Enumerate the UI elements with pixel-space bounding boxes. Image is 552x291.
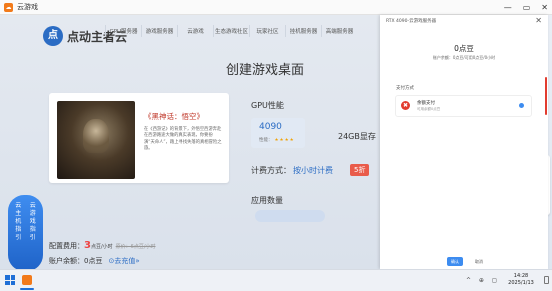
close-window-button[interactable]: ✕ [541,3,548,12]
cancel-button[interactable]: 取消 [471,257,487,266]
gpu-performance: 性能： ★★★★ [259,137,295,143]
game-cover-image [57,101,135,179]
nav-item-ecosystem[interactable]: 生态游戏社区 [213,25,249,37]
top-nav: GPU服务器 游戏服务器 云游戏 生态游戏社区 玩家社区 挂机服务器 高端服务器 [105,25,385,41]
star-rating-icon: ★★★★ [274,138,295,143]
gpu-model: 4090 [259,122,282,132]
config-original-price: 原价：6点豆/小时 [115,244,156,250]
page-title: 创建游戏桌面 [225,63,304,78]
game-title: 《黑神话：悟空》 [144,112,204,121]
config-price: 3 [84,240,91,251]
panel-close-button[interactable]: ✕ [535,16,542,25]
nav-item-premium-server[interactable]: 高端服务器 [321,25,357,37]
window-controls: — ▭ ✕ [504,0,548,14]
window-titlebar: ☁ 云游戏 — ▭ ✕ [0,0,552,15]
gpu-perf-label: 性能： [259,138,273,143]
billing-label: 计费方式： [251,166,291,175]
panel-scrollbar[interactable] [545,77,547,115]
payment-method-label: 支付方式 [396,86,414,91]
nav-item-community[interactable]: 玩家社区 [249,25,285,37]
minimize-button[interactable]: — [504,3,512,12]
clock-date: 2025/1/13 [508,280,534,286]
gpu-label: GPU性能 [251,101,284,110]
confirm-button[interactable]: 确认 [447,257,463,266]
nav-item-cloud-gaming[interactable]: 云游戏 [177,25,213,37]
apps-selector[interactable] [255,210,325,222]
nav-item-idle-server[interactable]: 挂机服务器 [285,25,321,37]
game-card[interactable]: 《黑神话：悟空》 在《西游记》的背景下，外悟空西游奔赴在西游路途大做的真实表现，… [49,93,229,183]
balance-value: 0点豆 [84,257,103,265]
billing-mode[interactable]: 按小时计费 [293,165,333,176]
panel-balance-detail: 账户余额：0点豆/可用0点豆/0小时 [432,55,496,60]
apps-label: 应用数量 [251,196,283,205]
account-balance: 账户余额：0点豆 ⊙去充值» [49,256,140,266]
gpu-memory: 24GB显存 [338,132,376,141]
game-description: 在《西游记》的背景下，外悟空西游奔赴在西游路途大做的真实表现，你要扮演“天命人”… [144,127,222,152]
payment-option-name: 余额支付 [417,101,435,106]
taskbar: ^ ⊕ ◻ 14:28 2025/1/13 [0,269,552,291]
payment-option-balance[interactable]: ✖ 余额支付 可用余额0点豆 [395,95,532,117]
nav-item-gpu-server[interactable]: GPU服务器 [105,25,141,37]
panel-header: RTX 4090-云游戏服务器 [386,19,437,24]
payment-panel: RTX 4090-云游戏服务器 ✕ 0点豆 账户余额：0点豆/可用0点豆/0小时… [380,15,548,269]
system-tray-icons[interactable]: ^ ⊕ ◻ [466,277,500,284]
discount-badge: 5折 [350,164,370,176]
radio-selected-icon[interactable] [519,103,524,108]
cloud-game-guide-label: 云游戏指引 [29,202,36,241]
nav-item-game-server[interactable]: 游戏服务器 [141,25,177,37]
config-fee: 配置费用：3点豆/小时 原价：6点豆/小时 [49,240,156,251]
taskbar-app-icon[interactable] [22,275,32,285]
config-fee-label: 配置费用： [49,242,84,250]
app-logo-icon: ☁ [4,2,13,12]
maximize-button[interactable]: ▭ [523,3,531,12]
balance-label: 账户余额： [49,257,84,265]
payment-option-detail: 可用余额0点豆 [417,107,441,111]
window-title: 云游戏 [17,3,38,11]
config-unit: 点豆/小时 [90,244,113,250]
windows-start-icon[interactable] [5,275,15,285]
brand-logo-icon: 点 [43,26,63,46]
clock-time: 14:28 [513,273,529,279]
guide-float-button[interactable]: 云主机指引 云游戏指引 [8,195,43,269]
taskbar-clock[interactable]: 14:28 2025/1/13 [502,273,540,287]
gpu-option[interactable]: 4090 性能： ★★★★ [251,118,305,148]
cloud-host-guide-label: 云主机指引 [15,202,22,241]
panel-balance-title: 0点豆 [454,44,474,53]
recharge-link[interactable]: ⊙去充值» [108,257,139,265]
balance-pay-icon: ✖ [401,101,410,110]
notification-icon[interactable] [544,276,549,284]
